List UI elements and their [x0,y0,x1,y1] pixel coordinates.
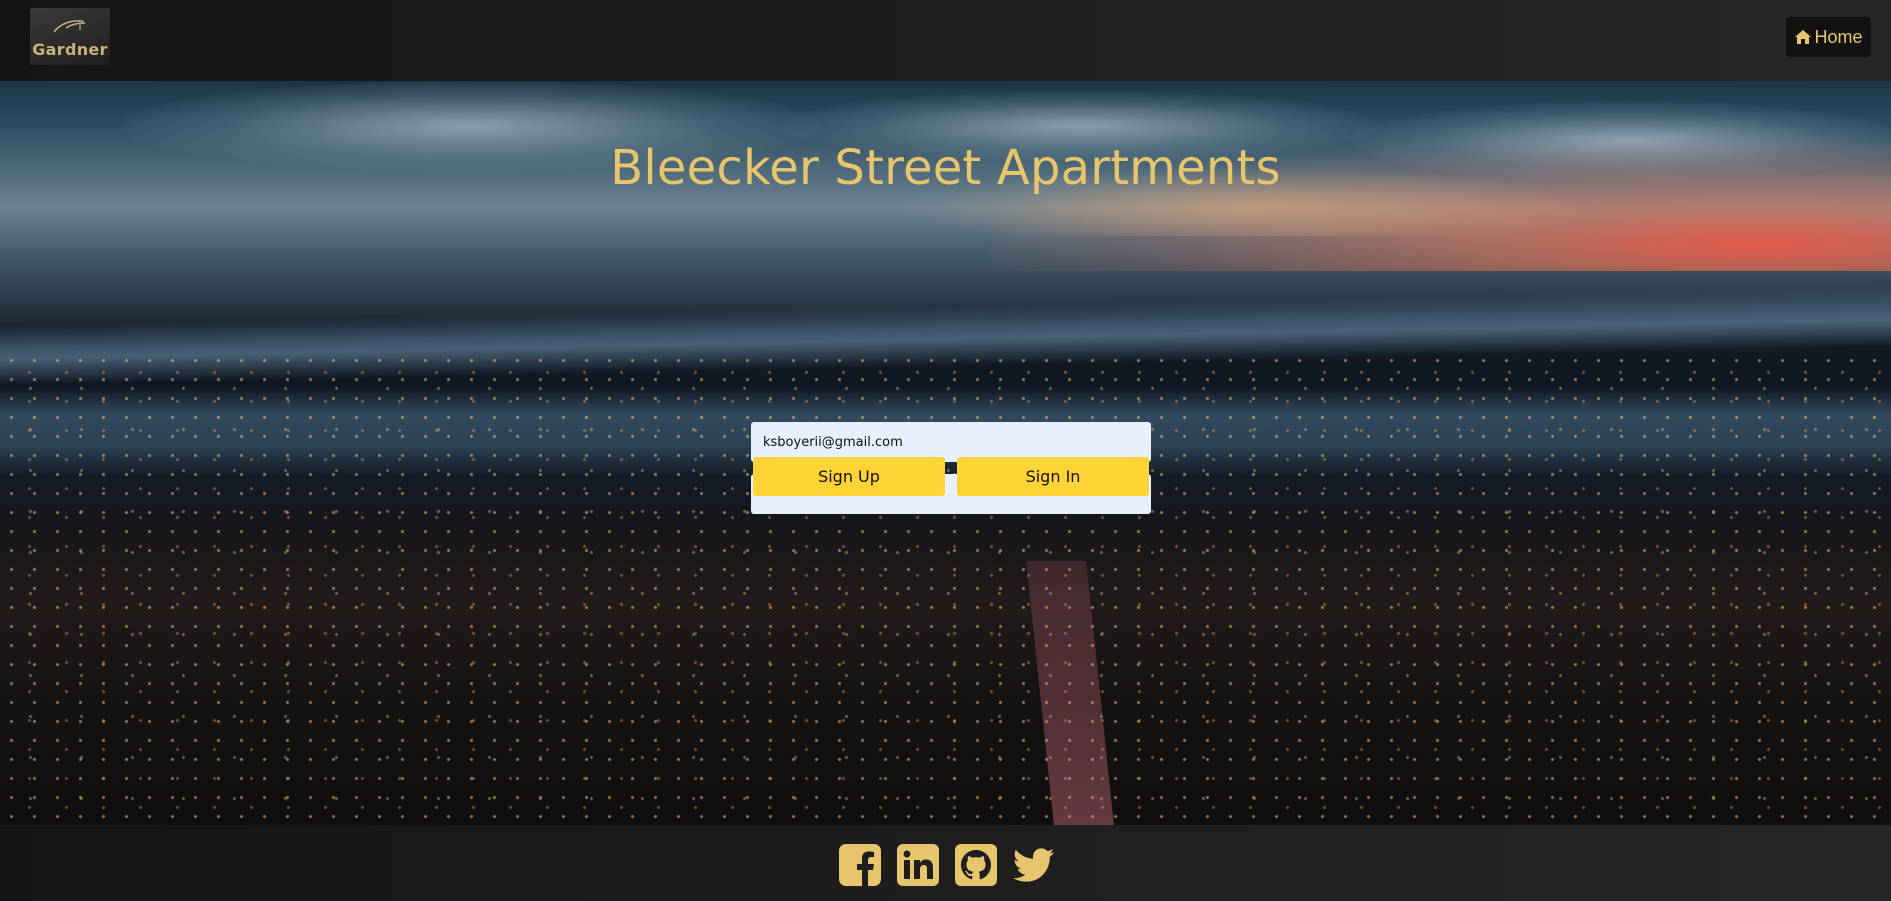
linkedin-icon[interactable] [896,843,940,887]
email-field[interactable] [751,422,1151,462]
home-icon [1795,30,1812,44]
home-button[interactable]: Home [1786,17,1871,57]
sign-in-button[interactable]: Sign In [957,457,1149,496]
navbar: Gardner Home [0,0,1891,81]
car-roof-icon [53,20,86,33]
home-button-label: Home [1814,26,1863,47]
twitter-icon[interactable] [1012,843,1056,887]
page-title: Bleecker Street Apartments [610,140,1281,196]
facebook-icon[interactable] [838,843,882,887]
sign-up-button[interactable]: Sign Up [753,457,945,496]
footer [0,825,1891,901]
logo-text: Gardner [32,40,108,59]
github-icon[interactable] [954,843,998,887]
logo[interactable]: Gardner [30,8,110,65]
